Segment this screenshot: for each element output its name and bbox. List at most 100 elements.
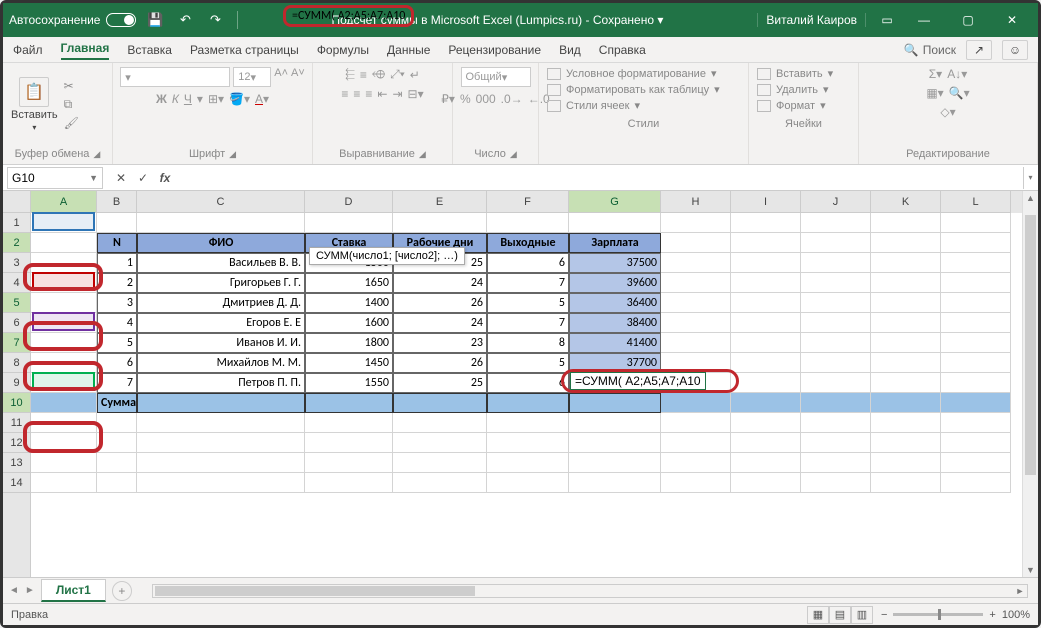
- align-top-icon[interactable]: ⬱: [345, 67, 355, 82]
- cell[interactable]: [31, 393, 97, 413]
- cell[interactable]: [569, 433, 661, 453]
- percent-icon[interactable]: %: [460, 92, 471, 106]
- cell[interactable]: 25: [393, 373, 487, 393]
- cell[interactable]: [801, 433, 871, 453]
- cell[interactable]: Егоров Е. Е: [137, 313, 305, 333]
- cell[interactable]: [393, 393, 487, 413]
- cell[interactable]: [97, 453, 137, 473]
- cell[interactable]: [801, 273, 871, 293]
- tab-view[interactable]: Вид: [559, 43, 581, 57]
- cell[interactable]: 26: [393, 353, 487, 373]
- indent-inc-icon[interactable]: ⇥: [392, 87, 402, 101]
- feedback-button[interactable]: ☺: [1002, 40, 1028, 60]
- row-header-1[interactable]: 1: [3, 213, 30, 233]
- cell[interactable]: [137, 213, 305, 233]
- cell[interactable]: 37500: [569, 253, 661, 273]
- cell[interactable]: [941, 233, 1011, 253]
- copy-icon[interactable]: ⧉: [64, 97, 79, 112]
- cell[interactable]: [305, 393, 393, 413]
- cell[interactable]: [661, 433, 731, 453]
- cell[interactable]: [661, 273, 731, 293]
- col-header-B[interactable]: B: [97, 191, 137, 213]
- zoom-value[interactable]: 100%: [1002, 609, 1030, 621]
- select-all-corner[interactable]: [3, 191, 30, 213]
- cell[interactable]: [801, 353, 871, 373]
- cell[interactable]: [801, 453, 871, 473]
- cell[interactable]: [871, 433, 941, 453]
- cell[interactable]: [661, 333, 731, 353]
- cell[interactable]: [487, 393, 569, 413]
- vscroll-thumb[interactable]: [1025, 215, 1036, 475]
- cell[interactable]: [871, 393, 941, 413]
- cell[interactable]: [801, 333, 871, 353]
- cell[interactable]: [801, 233, 871, 253]
- scroll-right-icon[interactable]: ►: [1013, 586, 1027, 596]
- cell[interactable]: [801, 253, 871, 273]
- cell[interactable]: [31, 313, 97, 333]
- cell-styles-button[interactable]: Стили ячеек ▾: [547, 99, 740, 112]
- cell[interactable]: [393, 473, 487, 493]
- tab-insert[interactable]: Вставка: [127, 43, 172, 57]
- cell[interactable]: [661, 473, 731, 493]
- align-center-icon[interactable]: ≡: [353, 87, 360, 101]
- cell[interactable]: [661, 233, 731, 253]
- cell[interactable]: [393, 413, 487, 433]
- cell[interactable]: 5: [97, 333, 137, 353]
- cell[interactable]: [31, 253, 97, 273]
- paste-button[interactable]: 📋 Вставить▾: [11, 77, 58, 132]
- cell[interactable]: 24: [393, 313, 487, 333]
- cell[interactable]: 1650: [305, 273, 393, 293]
- cell[interactable]: [569, 213, 661, 233]
- cell[interactable]: Михайлов М. М.: [137, 353, 305, 373]
- cell[interactable]: [731, 253, 801, 273]
- cell[interactable]: [731, 293, 801, 313]
- indent-dec-icon[interactable]: ⇤: [377, 87, 387, 101]
- autosave-toggle[interactable]: Автосохранение: [9, 13, 136, 27]
- cell[interactable]: [31, 273, 97, 293]
- cell[interactable]: 2: [97, 273, 137, 293]
- vertical-scrollbar[interactable]: ▲ ▼: [1022, 191, 1038, 577]
- cell[interactable]: [871, 373, 941, 393]
- cell[interactable]: [31, 353, 97, 373]
- tab-formulas[interactable]: Формулы: [317, 43, 369, 57]
- ribbon-options-icon[interactable]: ▭: [874, 9, 900, 31]
- cell[interactable]: 7: [487, 273, 569, 293]
- merge-icon[interactable]: ⊟▾: [408, 87, 424, 101]
- cell[interactable]: [137, 413, 305, 433]
- cell[interactable]: [871, 293, 941, 313]
- cell[interactable]: [801, 413, 871, 433]
- expand-formula-bar-icon[interactable]: ▾: [1023, 167, 1037, 189]
- clear-icon[interactable]: ◇▾: [940, 105, 955, 119]
- cell[interactable]: [731, 373, 801, 393]
- cell[interactable]: 24: [393, 273, 487, 293]
- cell[interactable]: [941, 253, 1011, 273]
- share-button[interactable]: ↗: [966, 40, 992, 60]
- align-left-icon[interactable]: ≡: [341, 87, 348, 101]
- inc-decimal-icon[interactable]: .0→: [501, 92, 523, 106]
- cell[interactable]: [871, 333, 941, 353]
- zoom-slider[interactable]: [893, 613, 983, 616]
- cell[interactable]: 7: [97, 373, 137, 393]
- cell[interactable]: [137, 433, 305, 453]
- cell[interactable]: [137, 473, 305, 493]
- cell[interactable]: [731, 213, 801, 233]
- cell[interactable]: [731, 313, 801, 333]
- cell[interactable]: 1400: [305, 293, 393, 313]
- cell[interactable]: 39600: [569, 273, 661, 293]
- shrink-font-icon[interactable]: A˅: [291, 67, 305, 87]
- cell[interactable]: [305, 413, 393, 433]
- row-header-7[interactable]: 7: [3, 333, 30, 353]
- save-icon[interactable]: 💾: [144, 9, 166, 31]
- format-as-table-button[interactable]: Форматировать как таблицу ▾: [547, 83, 740, 96]
- cell[interactable]: Григорьев Г. Г.: [137, 273, 305, 293]
- sort-filter-icon[interactable]: A↓▾: [947, 67, 967, 81]
- align-middle-icon[interactable]: ≡: [360, 68, 367, 82]
- cell[interactable]: [569, 453, 661, 473]
- sheet-nav-next-icon[interactable]: ►: [25, 585, 35, 596]
- cell[interactable]: [871, 353, 941, 373]
- cell[interactable]: [137, 393, 305, 413]
- cell[interactable]: [731, 273, 801, 293]
- fx-icon[interactable]: fx: [155, 168, 175, 188]
- cell[interactable]: [871, 413, 941, 433]
- cell[interactable]: [97, 213, 137, 233]
